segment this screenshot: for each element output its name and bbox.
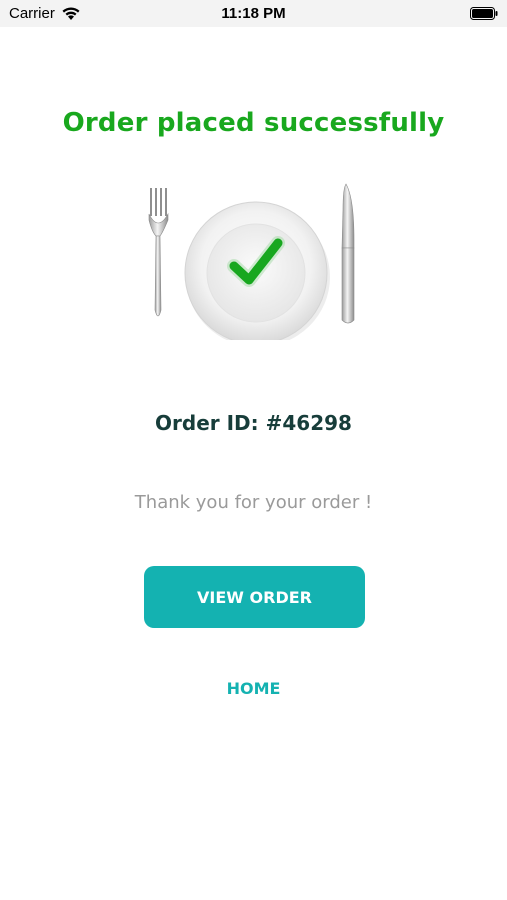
status-time: 11:18 PM xyxy=(221,5,286,22)
view-order-label: VIEW ORDER xyxy=(197,587,312,607)
fork-icon xyxy=(148,188,169,317)
status-bar: Carrier 11:18 PM xyxy=(0,0,507,27)
view-order-button[interactable]: VIEW ORDER xyxy=(144,566,365,628)
thank-you-message: Thank you for your order ! xyxy=(134,492,373,513)
page-title: Order placed successfully xyxy=(62,108,445,138)
knife-icon xyxy=(341,183,355,324)
home-link[interactable]: HOME xyxy=(0,679,507,698)
plate-checkmark-icon xyxy=(148,183,355,340)
battery-icon xyxy=(470,7,498,20)
order-id: Order ID: #46298 xyxy=(155,411,352,435)
